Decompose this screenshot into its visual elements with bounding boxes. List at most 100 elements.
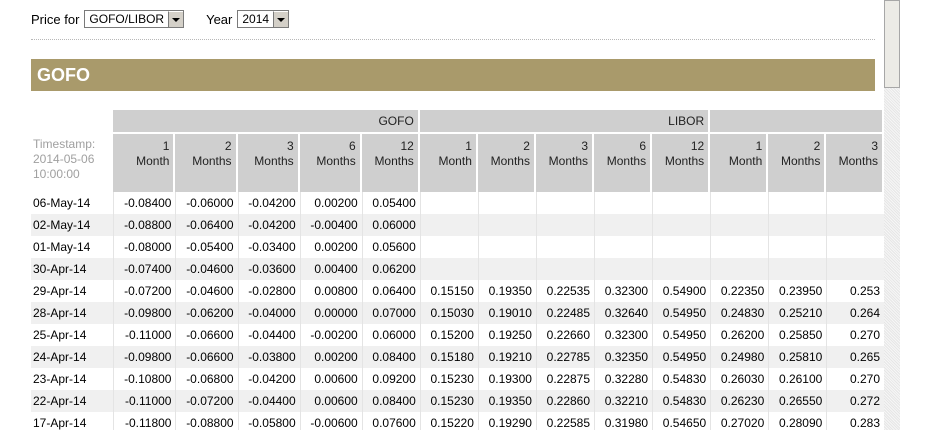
rate-cell: -0.06800 bbox=[175, 368, 238, 390]
rate-cell: 0.06000 bbox=[361, 324, 420, 346]
rate-cell bbox=[768, 214, 827, 236]
rate-cell: 0.19250 bbox=[477, 324, 536, 346]
rate-cell bbox=[768, 236, 827, 258]
rate-cell: -0.04600 bbox=[175, 280, 238, 302]
rate-cell: 0.15200 bbox=[419, 324, 478, 346]
rate-cell: 0.265 bbox=[826, 346, 884, 368]
rate-cell: 0.06200 bbox=[361, 258, 420, 280]
rate-cell: 0.270 bbox=[826, 324, 884, 346]
price-for-value: GOFO/LIBOR bbox=[89, 12, 165, 26]
rate-cell: -0.03600 bbox=[237, 258, 300, 280]
rate-cell: 0.05400 bbox=[361, 192, 420, 214]
rate-cell bbox=[419, 214, 478, 236]
column-header: 12 Months bbox=[361, 132, 420, 192]
scrollbar-thumb[interactable] bbox=[884, 0, 900, 88]
column-header: 6 Months bbox=[299, 132, 362, 192]
year-select[interactable]: 2014 bbox=[237, 10, 290, 28]
rate-cell: 0.26200 bbox=[710, 324, 769, 346]
rate-cell: 0.25850 bbox=[768, 324, 827, 346]
rate-cell: 0.25810 bbox=[768, 346, 827, 368]
rate-cell: 0.54830 bbox=[652, 390, 711, 412]
chevron-down-icon[interactable] bbox=[168, 11, 184, 27]
rate-cell: 0.19350 bbox=[477, 280, 536, 302]
rate-cell: -0.07200 bbox=[113, 280, 176, 302]
rate-cell: 0.32300 bbox=[594, 324, 653, 346]
rates-table-container: GOFO LIBOR Timestamp: 2014-05-06 10:00:0… bbox=[31, 110, 884, 430]
rate-cell: 0.19010 bbox=[477, 302, 536, 324]
rate-cell: 0.264 bbox=[826, 302, 884, 324]
rate-cell: -0.08400 bbox=[113, 192, 176, 214]
rate-cell: 0.283 bbox=[826, 412, 884, 430]
rate-cell: 0.15150 bbox=[419, 280, 478, 302]
rate-cell: 0.07000 bbox=[361, 302, 420, 324]
rate-cell: 0.26230 bbox=[710, 390, 769, 412]
rate-cell: 0.32300 bbox=[594, 280, 653, 302]
rate-cell: 0.15220 bbox=[419, 412, 478, 430]
group-header-libor: LIBOR bbox=[419, 110, 711, 132]
timestamp: Timestamp: 2014-05-06 10:00:00 bbox=[33, 137, 96, 181]
rate-cell: -0.03800 bbox=[237, 346, 300, 368]
rate-cell bbox=[477, 214, 536, 236]
rate-cell: 0.54830 bbox=[652, 368, 711, 390]
rate-cell: -0.05800 bbox=[237, 412, 300, 430]
rate-cell bbox=[419, 192, 478, 214]
rate-cell: 0.22875 bbox=[535, 368, 595, 390]
rate-cell: 0.05600 bbox=[361, 236, 420, 258]
rate-cell: 0.00200 bbox=[299, 236, 362, 258]
rate-cell: 0.19210 bbox=[477, 346, 536, 368]
rate-cell: 0.19290 bbox=[477, 412, 536, 430]
rate-cell: 0.270 bbox=[826, 368, 884, 390]
rate-cell: -0.06200 bbox=[175, 302, 238, 324]
rate-cell: 0.15180 bbox=[419, 346, 478, 368]
rate-cell bbox=[477, 192, 536, 214]
date-cell: 29-Apr-14 bbox=[31, 280, 114, 302]
date-cell: 28-Apr-14 bbox=[31, 302, 114, 324]
column-header: 1 Month bbox=[419, 132, 478, 192]
rate-cell: -0.03400 bbox=[237, 236, 300, 258]
rate-cell bbox=[594, 258, 653, 280]
rate-cell bbox=[594, 214, 653, 236]
rate-cell: 0.00200 bbox=[299, 192, 362, 214]
rate-cell: 0.31980 bbox=[594, 412, 653, 430]
rate-cell bbox=[652, 258, 711, 280]
rate-cell bbox=[535, 214, 595, 236]
date-cell: 23-Apr-14 bbox=[31, 368, 114, 390]
column-header: 6 Months bbox=[594, 132, 653, 192]
column-header: 3 Months bbox=[826, 132, 884, 192]
rate-cell: 0.24830 bbox=[710, 302, 769, 324]
rate-cell: -0.00600 bbox=[299, 412, 362, 430]
date-cell: 17-Apr-14 bbox=[31, 412, 114, 430]
rate-cell bbox=[652, 236, 711, 258]
chevron-down-icon[interactable] bbox=[273, 11, 289, 27]
rate-cell: -0.02800 bbox=[237, 280, 300, 302]
rate-cell: -0.07200 bbox=[175, 390, 238, 412]
rate-cell: 0.26030 bbox=[710, 368, 769, 390]
rate-cell: -0.04200 bbox=[237, 214, 300, 236]
rate-cell: -0.07400 bbox=[113, 258, 176, 280]
rate-cell bbox=[419, 236, 478, 258]
rate-cell bbox=[535, 258, 595, 280]
price-for-select[interactable]: GOFO/LIBOR bbox=[84, 10, 185, 28]
date-cell: 25-Apr-14 bbox=[31, 324, 114, 346]
rate-cell: 0.23950 bbox=[768, 280, 827, 302]
column-header: 2 Months bbox=[477, 132, 536, 192]
rate-cell: -0.10800 bbox=[113, 368, 176, 390]
rate-cell: -0.06600 bbox=[175, 324, 238, 346]
table-body: 06-May-14 -0.08400 -0.06000 -0.04200 0.00200… bbox=[31, 192, 884, 430]
date-cell: 30-Apr-14 bbox=[31, 258, 114, 280]
table-row: 22-Apr-14 -0.11000 -0.07200 -0.04400 0.00600… bbox=[31, 390, 884, 412]
column-header: 1 Month bbox=[113, 132, 176, 192]
rate-cell: 0.272 bbox=[826, 390, 884, 412]
table-row: 17-Apr-14 -0.11800 -0.08800 -0.05800 -0.0060… bbox=[31, 412, 884, 430]
rate-cell: 0.22585 bbox=[535, 412, 595, 430]
date-cell: 01-May-14 bbox=[31, 236, 114, 258]
rate-cell: 0.54900 bbox=[652, 280, 711, 302]
rate-cell bbox=[826, 214, 884, 236]
divider bbox=[31, 39, 875, 40]
rate-cell bbox=[710, 236, 769, 258]
rate-cell: -0.04200 bbox=[237, 192, 300, 214]
rate-cell: -0.08800 bbox=[113, 214, 176, 236]
rate-cell: -0.11000 bbox=[113, 324, 176, 346]
year-label: Year bbox=[206, 11, 233, 27]
rate-cell: 0.07600 bbox=[361, 412, 420, 430]
